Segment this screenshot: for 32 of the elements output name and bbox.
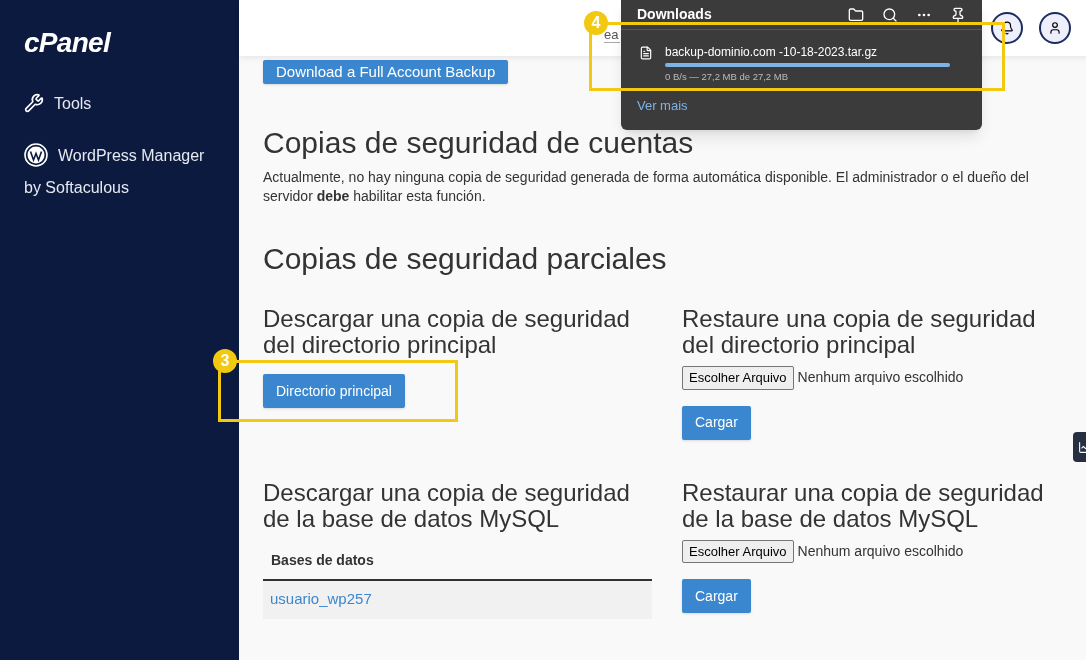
- wordpress-icon: [24, 143, 48, 168]
- upload-button[interactable]: Cargar: [682, 405, 751, 440]
- upload-button[interactable]: Cargar: [682, 579, 751, 613]
- section-subheading: Descargar una copia de seguridad del directorio principal: [263, 306, 631, 358]
- choose-file-button[interactable]: Escolher Arquivo: [682, 539, 794, 563]
- section-subheading: Restaurar una copia de seguridad de la base de datos MySQL: [682, 479, 1045, 532]
- file-status-text: Nenhum arquivo escolhido: [797, 368, 964, 388]
- folder-icon[interactable]: [848, 6, 864, 23]
- info-text: Actualmente, no hay ninguna copia de seguridad generada de forma automática disponible. El administrador o el dueño del servidor debe habilitar esta función.: [263, 168, 1030, 206]
- panel-title: Downloads: [637, 5, 712, 24]
- download-item[interactable]: backup-dominio.com -10-18-2023.tar.gz 0 B/s — 27,2 MB de 27,2 MB: [621, 30, 982, 84]
- section-subheading: Restaure una copia de seguridad del directorio principal: [682, 306, 1037, 358]
- see-more-link[interactable]: Ver mais: [621, 96, 982, 116]
- tools-icon: [24, 93, 44, 114]
- section-heading: Copias de seguridad parciales: [263, 242, 668, 276]
- section-heading: Copias de seguridad de cuentas: [263, 126, 695, 160]
- search-icon[interactable]: [882, 6, 898, 23]
- file-icon: [639, 46, 653, 60]
- file-name: backup-dominio.com -10-18-2023.tar.gz: [665, 44, 879, 61]
- download-home-button[interactable]: Directorio principal: [263, 374, 405, 408]
- logo: cPanel: [24, 28, 113, 58]
- full-backup-button[interactable]: Download a Full Account Backup: [263, 60, 509, 84]
- sidebar-item[interactable]: WordPress Manager by Softaculous: [24, 140, 210, 204]
- file-status-text: Nenhum arquivo escolhido: [797, 541, 964, 561]
- notification-icon[interactable]: [991, 12, 1023, 44]
- chart-icon: [1077, 440, 1086, 454]
- section-subheading: Descargar una copia de seguridad de la base de datos MySQL: [263, 479, 631, 532]
- choose-file-button[interactable]: Escolher Arquivo: [682, 366, 794, 390]
- sidebar-item[interactable]: Tools: [24, 88, 210, 120]
- download-status: 0 B/s — 27,2 MB de 27,2 MB: [665, 70, 790, 84]
- pin-icon[interactable]: [950, 6, 966, 23]
- user-icon[interactable]: [1039, 12, 1071, 44]
